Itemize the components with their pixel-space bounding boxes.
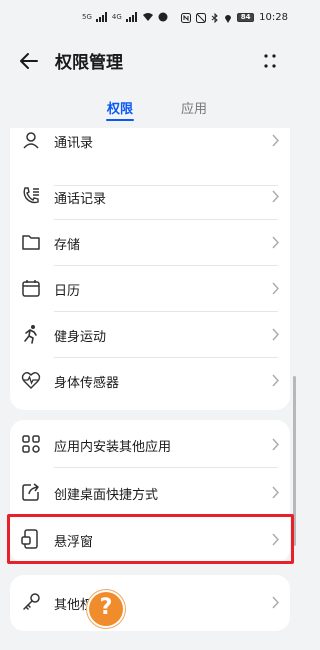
permission-label: 通讯录 bbox=[54, 136, 94, 151]
battery-indicator: 84 bbox=[237, 13, 255, 22]
shortcut-icon bbox=[22, 483, 39, 501]
permission-label: 通话记录 bbox=[54, 192, 107, 207]
nfc-icon bbox=[181, 12, 192, 23]
clock: 10:28 bbox=[259, 12, 288, 23]
signal-1-icon bbox=[95, 12, 108, 22]
apps-grid-icon bbox=[22, 435, 40, 453]
chevron-right-icon bbox=[272, 190, 279, 203]
location-pin-icon bbox=[225, 14, 232, 23]
page-title: 权限管理 bbox=[55, 53, 123, 73]
contacts-icon bbox=[23, 132, 39, 149]
chevron-right-icon bbox=[272, 236, 279, 249]
permission-row-storage[interactable]: 存储 bbox=[10, 220, 290, 266]
permission-label: 身体传感器 bbox=[54, 376, 120, 391]
permission-row-calendar[interactable]: 日历 bbox=[10, 266, 290, 312]
status-left: 5G 4G bbox=[82, 12, 168, 22]
tab-permissions[interactable]: 权限 bbox=[107, 98, 133, 117]
heart-rate-icon bbox=[21, 372, 41, 389]
permission-label: 日历 bbox=[54, 284, 81, 299]
wifi-icon bbox=[142, 13, 153, 21]
permission-label: 健身运动 bbox=[54, 330, 107, 345]
running-icon bbox=[24, 325, 37, 344]
status-bar: 5G 4G 84 10:28 bbox=[0, 0, 300, 40]
call-log-icon bbox=[23, 187, 39, 204]
chevron-right-icon bbox=[272, 134, 279, 147]
chevron-right-icon bbox=[272, 328, 279, 341]
permissions-card-1: 通讯录 通话记录 存储 日历 健身运动 身体传感器 bbox=[10, 128, 290, 410]
bluetooth-icon bbox=[211, 12, 218, 23]
chevron-right-icon bbox=[272, 438, 279, 451]
permission-label: 悬浮窗 bbox=[54, 535, 94, 550]
help-badge: ? bbox=[89, 592, 123, 626]
chevron-right-icon bbox=[272, 596, 279, 609]
tab-bar: 权限 应用 bbox=[0, 92, 300, 124]
permission-row-install-apps[interactable]: 应用内安装其他应用 bbox=[10, 422, 290, 468]
chevron-right-icon bbox=[272, 533, 279, 546]
active-tab-indicator bbox=[106, 119, 134, 121]
network-type-2: 4G bbox=[111, 13, 122, 21]
divider bbox=[54, 515, 278, 516]
chevron-right-icon bbox=[272, 374, 279, 387]
permission-row-fitness[interactable]: 健身运动 bbox=[10, 312, 290, 358]
permissions-card-2: 应用内安装其他应用 创建桌面快捷方式 悬浮窗 bbox=[10, 420, 290, 563]
signal-2-icon bbox=[125, 12, 138, 22]
location-icon bbox=[158, 12, 168, 22]
calendar-icon bbox=[22, 280, 40, 297]
permission-label: 应用内安装其他应用 bbox=[54, 440, 172, 455]
network-type-1: 5G bbox=[82, 13, 92, 21]
permission-row-floating-window[interactable]: 悬浮窗 bbox=[10, 517, 290, 563]
divider bbox=[54, 467, 278, 468]
app-header: 权限管理 bbox=[0, 40, 300, 88]
back-arrow-icon[interactable] bbox=[18, 50, 40, 72]
more-options-icon[interactable] bbox=[262, 52, 278, 70]
floating-window-icon bbox=[21, 529, 38, 549]
status-right: 84 10:28 bbox=[181, 12, 288, 23]
chevron-right-icon bbox=[272, 486, 279, 499]
folder-icon bbox=[22, 235, 40, 250]
permission-row-desktop-shortcut[interactable]: 创建桌面快捷方式 bbox=[10, 470, 290, 516]
permission-row-body-sensors[interactable]: 身体传感器 bbox=[10, 358, 290, 404]
permission-row-other[interactable]: 其他权限 bbox=[10, 580, 290, 626]
key-icon bbox=[23, 593, 40, 610]
permission-row-call-log[interactable]: 通话记录 bbox=[10, 174, 290, 220]
permission-label: 创建桌面快捷方式 bbox=[54, 488, 159, 503]
permission-label: 存储 bbox=[54, 238, 81, 253]
scrollbar[interactable] bbox=[293, 376, 296, 546]
tab-apps[interactable]: 应用 bbox=[181, 98, 207, 117]
mute-icon bbox=[196, 12, 207, 23]
permission-row-contacts[interactable]: 通讯录 bbox=[10, 128, 290, 186]
chevron-right-icon bbox=[272, 282, 279, 295]
permissions-card-3: 其他权限 bbox=[10, 575, 290, 631]
